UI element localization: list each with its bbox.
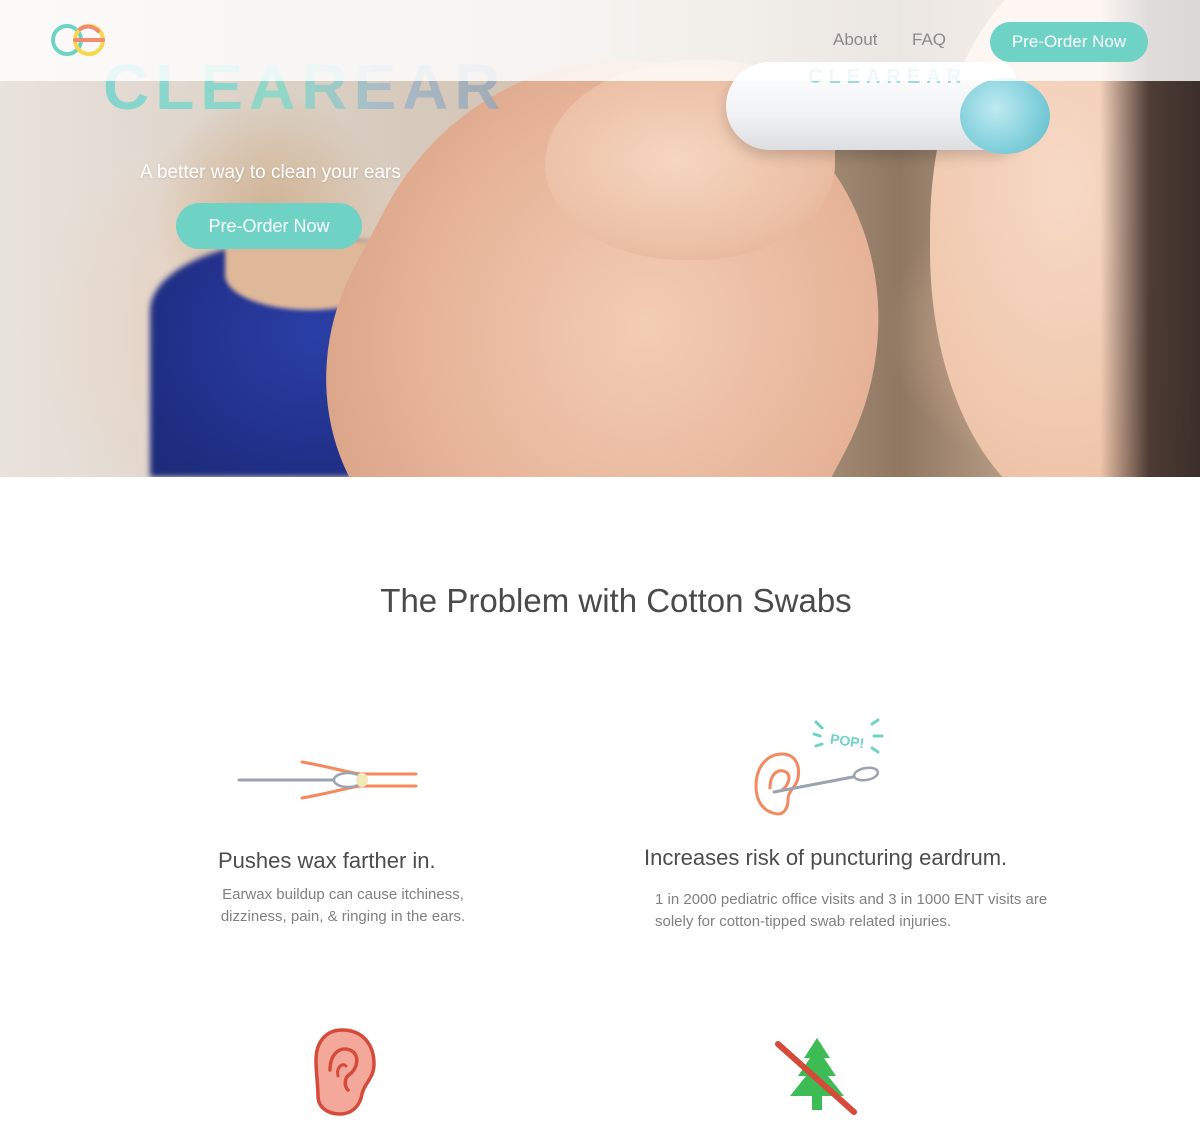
feature-title: Pushes wax farther in. bbox=[218, 848, 436, 873]
feature-description: Earwax buildup can cause itchiness, dizz… bbox=[220, 886, 466, 925]
swab-in-ear-canal-icon bbox=[237, 760, 418, 800]
hero-preorder-button[interactable]: Pre-Order Now bbox=[176, 203, 362, 249]
hero-tagline: A better way to clean your ears bbox=[140, 162, 401, 183]
nav-preorder-button[interactable]: Pre-Order Now bbox=[990, 22, 1148, 62]
feature-description: 1 in 2000 pediatric office visits and 3 … bbox=[655, 891, 1048, 930]
red-ear-icon bbox=[314, 1028, 376, 1116]
top-navbar: About FAQ Pre-Order Now bbox=[0, 0, 1200, 81]
nav-link-about[interactable]: About bbox=[833, 30, 877, 50]
ear-swab-pop-icon: POP! bbox=[754, 718, 884, 816]
logo-icon[interactable] bbox=[49, 22, 107, 58]
hero-photo-device-tip bbox=[960, 78, 1050, 154]
nav-link-faq[interactable]: FAQ bbox=[912, 30, 946, 50]
no-tree-icon bbox=[775, 1038, 857, 1115]
feature-title: Increases risk of puncturing eardrum. bbox=[644, 845, 1008, 870]
pop-label: POP! bbox=[829, 731, 865, 752]
section-title: The Problem with Cotton Swabs bbox=[380, 582, 852, 619]
